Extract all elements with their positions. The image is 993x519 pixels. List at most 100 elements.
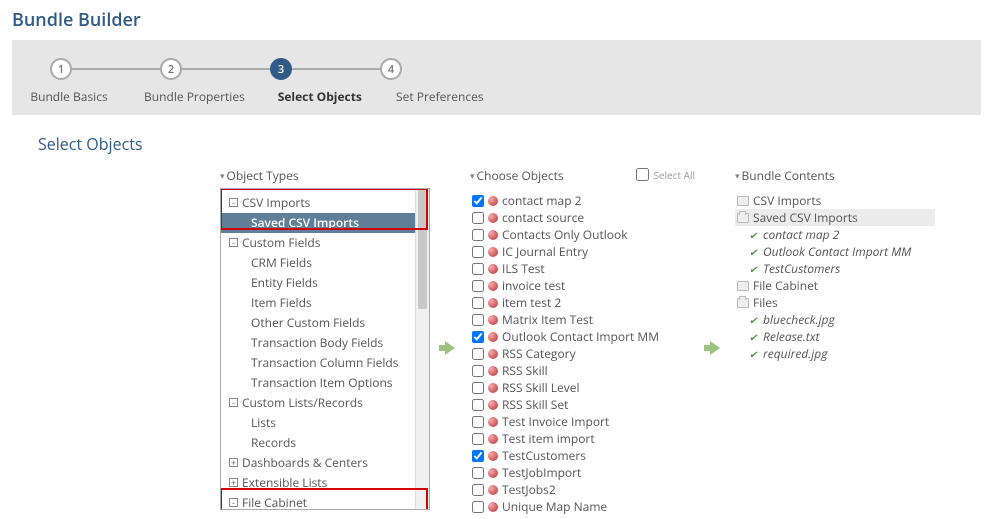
choose-object-row[interactable]: Test Invoice Import bbox=[470, 413, 695, 430]
step-circle-2[interactable]: 2 bbox=[160, 58, 182, 80]
bundle-content-row[interactable]: required.jpg bbox=[735, 345, 935, 362]
choose-object-row[interactable]: IC Journal Entry bbox=[470, 243, 695, 260]
choose-object-row[interactable]: RSS Skill Set bbox=[470, 396, 695, 413]
choose-object-label: RSS Skill bbox=[502, 362, 548, 379]
tree-item[interactable]: -CSV Imports bbox=[221, 193, 429, 213]
choose-object-checkbox[interactable] bbox=[472, 365, 484, 377]
tree-item[interactable]: +Extensible Lists bbox=[221, 473, 429, 493]
choose-object-checkbox[interactable] bbox=[472, 195, 484, 207]
object-icon bbox=[488, 383, 498, 393]
tree-item[interactable]: -Custom Lists/Records bbox=[221, 393, 429, 413]
tree-item[interactable]: Item Fields bbox=[221, 293, 429, 313]
object-icon bbox=[488, 451, 498, 461]
choose-object-checkbox[interactable] bbox=[472, 348, 484, 360]
tree-item[interactable]: Entity Fields bbox=[221, 273, 429, 293]
bundle-content-row[interactable]: TestCustomers bbox=[735, 260, 935, 277]
tree-item[interactable]: Saved CSV Imports bbox=[221, 213, 429, 233]
bundle-content-row[interactable]: bluecheck.jpg bbox=[735, 311, 935, 328]
bundle-content-row[interactable]: contact map 2 bbox=[735, 226, 935, 243]
object-icon bbox=[488, 315, 498, 325]
object-types-header[interactable]: ▾ Object Types bbox=[220, 161, 430, 188]
bundle-content-row[interactable]: File Cabinet bbox=[735, 277, 935, 294]
choose-object-checkbox[interactable] bbox=[472, 229, 484, 241]
scrollbar[interactable] bbox=[415, 189, 429, 509]
choose-object-row[interactable]: RSS Skill Level bbox=[470, 379, 695, 396]
collapse-icon[interactable]: - bbox=[229, 398, 238, 407]
choose-object-label: TestCustomers bbox=[502, 447, 586, 464]
choose-object-checkbox[interactable] bbox=[472, 433, 484, 445]
bundle-content-label: Release.txt bbox=[763, 328, 819, 345]
bundle-content-label: Saved CSV Imports bbox=[753, 209, 858, 226]
step-label[interactable]: Select Objects bbox=[275, 88, 365, 105]
choose-object-checkbox[interactable] bbox=[472, 382, 484, 394]
bundle-content-row[interactable]: CSV Imports bbox=[735, 192, 935, 209]
choose-object-row[interactable]: item test 2 bbox=[470, 294, 695, 311]
tree-item[interactable]: -File Cabinet bbox=[221, 493, 429, 510]
choose-object-row[interactable]: invoice test bbox=[470, 277, 695, 294]
tree-item[interactable]: Records bbox=[221, 433, 429, 453]
choose-object-row[interactable]: TestJobs2 bbox=[470, 481, 695, 498]
tree-item[interactable]: Transaction Column Fields bbox=[221, 353, 429, 373]
bundle-contents-header[interactable]: ▾ Bundle Contents bbox=[735, 161, 935, 188]
choose-object-row[interactable]: RSS Category bbox=[470, 345, 695, 362]
expand-icon[interactable]: + bbox=[229, 478, 238, 487]
object-icon bbox=[488, 247, 498, 257]
section-title: Select Objects bbox=[0, 115, 993, 155]
collapse-icon[interactable]: - bbox=[229, 498, 238, 507]
tree-item-label: File Cabinet bbox=[242, 494, 307, 510]
choose-object-checkbox[interactable] bbox=[472, 501, 484, 513]
tree-item[interactable]: +Dashboards & Centers bbox=[221, 453, 429, 473]
choose-object-checkbox[interactable] bbox=[472, 416, 484, 428]
object-icon bbox=[488, 264, 498, 274]
scrollbar-thumb[interactable] bbox=[418, 189, 427, 309]
choose-object-row[interactable]: contact source bbox=[470, 209, 695, 226]
collapse-icon[interactable]: - bbox=[229, 198, 238, 207]
choose-object-row[interactable]: TestCustomers bbox=[470, 447, 695, 464]
step-circle-3[interactable]: 3 bbox=[270, 58, 292, 80]
choose-object-row[interactable]: RSS Skill bbox=[470, 362, 695, 379]
choose-object-row[interactable]: Test item import bbox=[470, 430, 695, 447]
choose-object-checkbox[interactable] bbox=[472, 246, 484, 258]
choose-object-row[interactable]: Contacts Only Outlook bbox=[470, 226, 695, 243]
collapse-icon[interactable]: - bbox=[229, 238, 238, 247]
choose-object-checkbox[interactable] bbox=[472, 263, 484, 275]
bundle-content-row[interactable]: Outlook Contact Import MM bbox=[735, 243, 935, 260]
step-circle-1[interactable]: 1 bbox=[50, 58, 72, 80]
step-label[interactable]: Bundle Basics bbox=[24, 88, 114, 105]
page-title: Bundle Builder bbox=[0, 0, 993, 40]
bundle-content-row[interactable]: Release.txt bbox=[735, 328, 935, 345]
tree-item[interactable]: Transaction Body Fields bbox=[221, 333, 429, 353]
arrow-to-contents bbox=[695, 161, 735, 355]
choose-object-checkbox[interactable] bbox=[472, 331, 484, 343]
step-label[interactable]: Bundle Properties bbox=[144, 88, 245, 105]
tree-item[interactable]: Other Custom Fields bbox=[221, 313, 429, 333]
bundle-content-row[interactable]: Saved CSV Imports bbox=[735, 209, 935, 226]
choose-object-row[interactable]: TestJobImport bbox=[470, 464, 695, 481]
tree-item[interactable]: Lists bbox=[221, 413, 429, 433]
choose-object-row[interactable]: Matrix Item Test bbox=[470, 311, 695, 328]
check-icon bbox=[749, 247, 759, 257]
choose-object-checkbox[interactable] bbox=[472, 297, 484, 309]
tree-item[interactable]: -Custom Fields bbox=[221, 233, 429, 253]
choose-object-checkbox[interactable] bbox=[472, 280, 484, 292]
choose-object-checkbox[interactable] bbox=[472, 314, 484, 326]
choose-object-checkbox[interactable] bbox=[472, 467, 484, 479]
expand-icon[interactable]: + bbox=[229, 458, 238, 467]
choose-object-row[interactable]: Unique Map Name bbox=[470, 498, 695, 515]
tree-item[interactable]: Transaction Item Options bbox=[221, 373, 429, 393]
choose-object-row[interactable]: ILS Test bbox=[470, 260, 695, 277]
select-all[interactable]: Select All bbox=[632, 165, 695, 184]
bundle-content-row[interactable]: Files bbox=[735, 294, 935, 311]
choose-object-checkbox[interactable] bbox=[472, 399, 484, 411]
step-label[interactable]: Set Preferences bbox=[395, 88, 485, 105]
bundle-content-label: File Cabinet bbox=[753, 277, 818, 294]
bundle-content-label: bluecheck.jpg bbox=[763, 311, 835, 328]
choose-object-row[interactable]: contact map 2 bbox=[470, 192, 695, 209]
choose-object-checkbox[interactable] bbox=[472, 212, 484, 224]
choose-object-checkbox[interactable] bbox=[472, 484, 484, 496]
step-circle-4[interactable]: 4 bbox=[380, 58, 402, 80]
choose-object-checkbox[interactable] bbox=[472, 450, 484, 462]
choose-object-row[interactable]: Outlook Contact Import MM bbox=[470, 328, 695, 345]
select-all-checkbox[interactable] bbox=[636, 168, 649, 181]
tree-item[interactable]: CRM Fields bbox=[221, 253, 429, 273]
